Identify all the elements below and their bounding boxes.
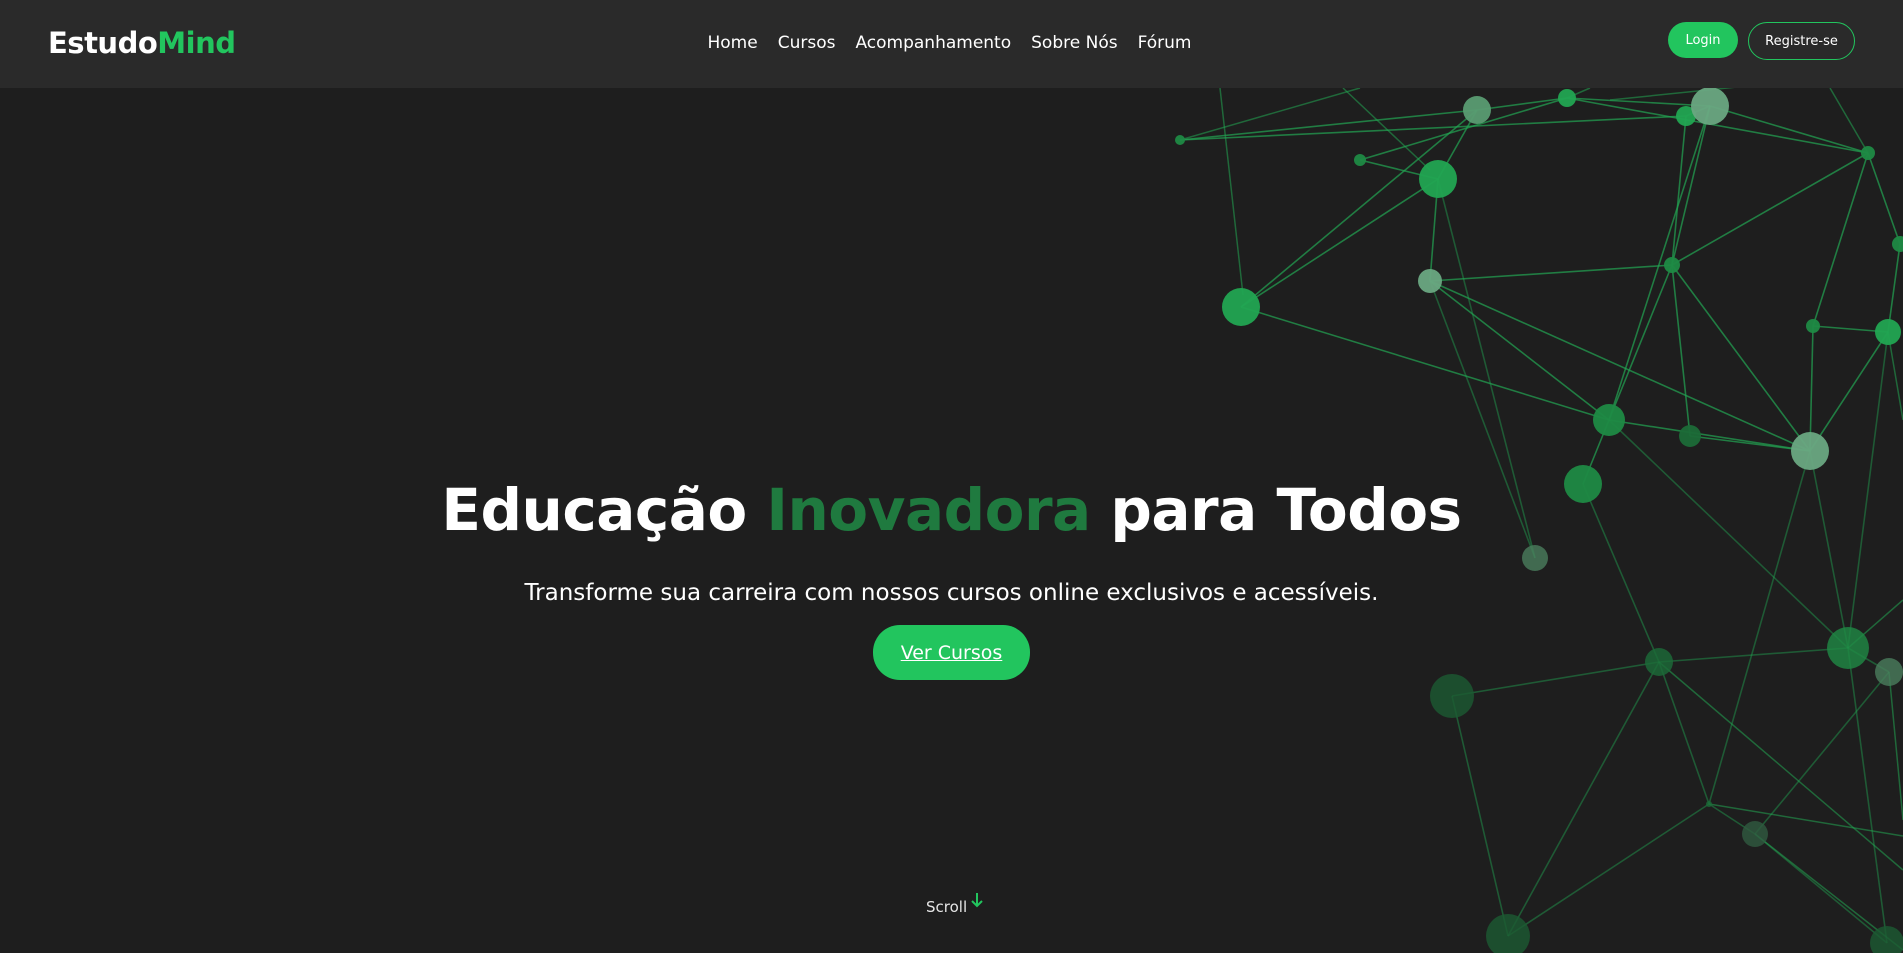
network-node	[1418, 269, 1442, 293]
arrow-down-icon	[971, 893, 983, 908]
network-edge	[1867, 152, 1901, 245]
network-node	[1870, 926, 1903, 953]
hero-title-part1: Educação	[441, 476, 767, 544]
hero-subtitle: Transforme sua carreira com nossos curso…	[524, 580, 1379, 606]
network-node	[1486, 914, 1530, 953]
network-edge	[1847, 647, 1888, 944]
landing-page: EstudoMind Home Cursos Acompanhamento So…	[0, 0, 1903, 953]
network-node	[1175, 135, 1185, 145]
network-node	[1806, 319, 1820, 333]
network-edge	[1887, 243, 1901, 333]
network-node	[1691, 87, 1729, 125]
network-edge	[1451, 695, 1509, 937]
network-node	[1664, 257, 1680, 273]
register-button[interactable]: Registre-se	[1748, 22, 1855, 60]
brand-logo-part2: Mind	[157, 26, 236, 60]
view-courses-button[interactable]: Ver Cursos	[873, 625, 1030, 680]
login-button[interactable]: Login	[1668, 22, 1738, 58]
main-nav: Home Cursos Acompanhamento Sobre Nós Fór…	[0, 31, 1903, 55]
network-edge	[1671, 152, 1869, 266]
network-edge	[1671, 105, 1711, 266]
network-node	[1827, 627, 1869, 669]
nav-link-home[interactable]: Home	[708, 31, 758, 55]
network-edge	[1671, 115, 1687, 266]
network-edge	[1451, 661, 1660, 697]
network-edge	[1608, 264, 1673, 421]
network-node	[1354, 154, 1366, 166]
nav-link-forum[interactable]: Fórum	[1138, 31, 1192, 55]
brand-logo[interactable]: EstudoMind	[48, 24, 236, 62]
network-node	[1522, 545, 1548, 571]
network-edge	[1240, 109, 1478, 308]
network-node	[1892, 236, 1903, 252]
network-edge	[1608, 419, 1811, 452]
network-node	[1645, 648, 1673, 676]
network-edge	[1887, 331, 1903, 421]
network-edge	[1507, 803, 1710, 937]
nav-link-cursos[interactable]: Cursos	[778, 31, 836, 55]
network-node	[1463, 96, 1491, 124]
network-node	[1430, 674, 1474, 718]
network-node	[1419, 160, 1457, 198]
hero-title-accent: Inovadora	[766, 476, 1091, 544]
network-node	[1861, 146, 1875, 160]
network-node	[1791, 432, 1829, 470]
network-edge	[1708, 803, 1903, 837]
brand-logo-part1: Estudo	[48, 26, 158, 60]
scroll-label: Scroll	[926, 898, 968, 916]
network-edge	[1240, 306, 1610, 421]
network-edge	[1671, 264, 1811, 452]
scroll-indicator[interactable]: Scroll	[926, 893, 984, 916]
network-node	[1222, 288, 1260, 326]
network-node	[1706, 801, 1712, 807]
network-node	[1679, 425, 1701, 447]
network-node	[1593, 404, 1625, 436]
network-edge	[1888, 671, 1903, 821]
navbar: EstudoMind Home Cursos Acompanhamento So…	[0, 0, 1903, 88]
nav-link-sobre-nos[interactable]: Sobre Nós	[1031, 31, 1117, 55]
network-edge	[1219, 87, 1244, 296]
network-edge	[1809, 331, 1889, 452]
hero-title: Educação Inovadora para Todos	[0, 472, 1903, 548]
network-node	[1742, 821, 1768, 847]
network-node	[1875, 658, 1903, 686]
nav-link-acompanhamento[interactable]: Acompanhamento	[855, 31, 1011, 55]
network-node	[1558, 89, 1576, 107]
network-edge	[1608, 105, 1711, 421]
hero-title-part2: para Todos	[1090, 476, 1462, 544]
network-edge	[1671, 264, 1691, 437]
network-edge	[1240, 178, 1439, 308]
network-edge	[1179, 115, 1687, 141]
network-edge	[1429, 264, 1673, 282]
network-edge	[1507, 661, 1660, 937]
network-node	[1875, 319, 1901, 345]
